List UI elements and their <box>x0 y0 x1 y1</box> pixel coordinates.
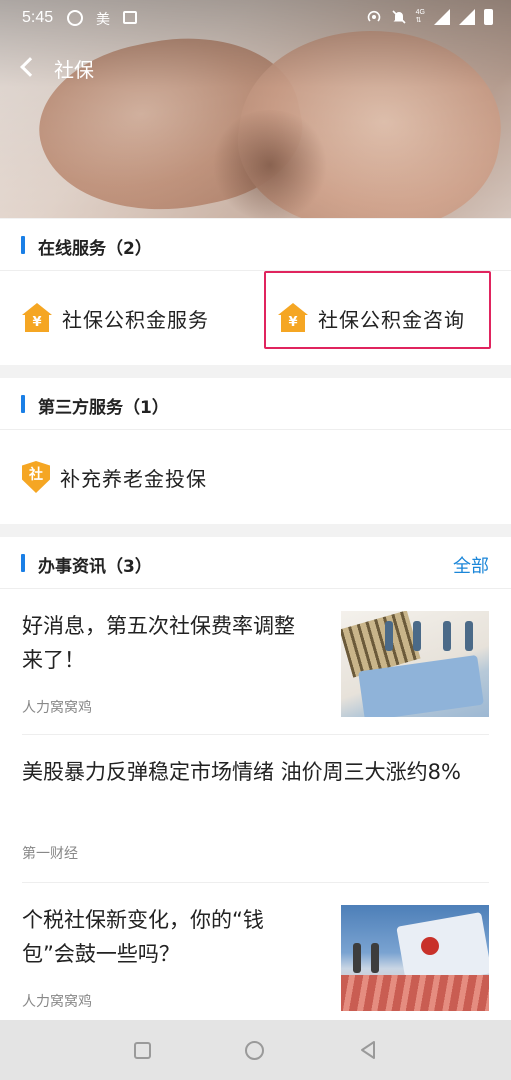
news-source: 人力窝窝鸡 <box>22 700 92 716</box>
section-title: 在线服务（2） <box>38 239 152 259</box>
network-type: 4G ⇅ <box>415 9 425 24</box>
home-icon[interactable] <box>245 1041 264 1060</box>
section-header: 在线服务（2） <box>0 219 511 271</box>
section-accent-bar <box>21 395 25 413</box>
service-social-security-consult[interactable]: ¥ 社保公积金咨询 <box>278 271 465 365</box>
section-title: 办事资讯（3） <box>38 557 152 577</box>
signal-icon <box>459 9 475 25</box>
section-accent-bar <box>21 554 25 572</box>
header-banner: 5:45 美 4G ⇅ 社保 <box>0 0 511 218</box>
gallery-icon <box>123 11 137 24</box>
assistant-circle-icon <box>67 10 83 26</box>
service-label: 社保公积金服务 <box>62 307 209 332</box>
news-item[interactable]: 美股暴力反弹稳定市场情绪 油价周三大涨约8% 第一财经 <box>22 735 489 883</box>
service-label: 社保公积金咨询 <box>318 307 465 332</box>
news-item[interactable]: 好消息，第五次社保费率调整来了！ 人力窝窝鸡 <box>22 589 489 735</box>
chevron-left-icon <box>20 57 40 77</box>
page-title: 社保 <box>54 58 94 82</box>
mute-icon <box>391 9 407 25</box>
news-headline: 个税社保新变化，你的“钱包”会鼓一些吗？ <box>22 908 264 966</box>
service-label: 补充养老金投保 <box>60 466 207 491</box>
section-header: 办事资讯（3） 全部 <box>0 537 511 589</box>
house-yen-icon: ¥ <box>22 303 52 333</box>
status-bar: 5:45 美 4G ⇅ <box>0 0 511 36</box>
news-thumbnail <box>341 611 489 717</box>
battery-icon <box>484 9 493 25</box>
recent-apps-icon[interactable] <box>134 1042 151 1059</box>
news-thumbnail <box>341 905 489 1011</box>
shield-she-icon: 社 <box>22 461 50 493</box>
third-party-section: 第三方服务（1） 社 补充养老金投保 <box>0 378 511 524</box>
hotspot-icon <box>366 9 382 25</box>
service-social-security-fund[interactable]: ¥ 社保公积金服务 <box>22 271 209 365</box>
status-time: 5:45 <box>22 9 54 26</box>
view-all-link[interactable]: 全部 <box>453 552 489 578</box>
top-nav: 社保 <box>0 48 511 88</box>
system-navigation-bar <box>0 1020 511 1080</box>
news-headline: 美股暴力反弹稳定市场情绪 油价周三大涨约8% <box>22 760 461 784</box>
back-button[interactable] <box>14 52 44 82</box>
service-supplementary-pension[interactable]: 社 补充养老金投保 <box>22 430 207 524</box>
section-accent-bar <box>21 236 25 254</box>
carrier-text: 美 <box>96 12 110 28</box>
news-section: 办事资讯（3） 全部 好消息，第五次社保费率调整来了！ 人力窝窝鸡 美股暴力反弹… <box>0 537 511 1020</box>
house-yen-icon: ¥ <box>278 303 308 333</box>
news-source: 人力窝窝鸡 <box>22 994 92 1010</box>
news-headline: 好消息，第五次社保费率调整来了！ <box>22 614 295 672</box>
signal-icon <box>434 9 450 25</box>
news-item[interactable]: 个税社保新变化，你的“钱包”会鼓一些吗？ 人力窝窝鸡 <box>22 883 489 1020</box>
section-header: 第三方服务（1） <box>0 378 511 430</box>
online-services-section: 在线服务（2） ¥ 社保公积金服务 ¥ 社保公积金咨询 <box>0 219 511 365</box>
news-source: 第一财经 <box>22 846 78 862</box>
back-icon[interactable] <box>358 1040 378 1060</box>
section-title: 第三方服务（1） <box>38 398 169 418</box>
